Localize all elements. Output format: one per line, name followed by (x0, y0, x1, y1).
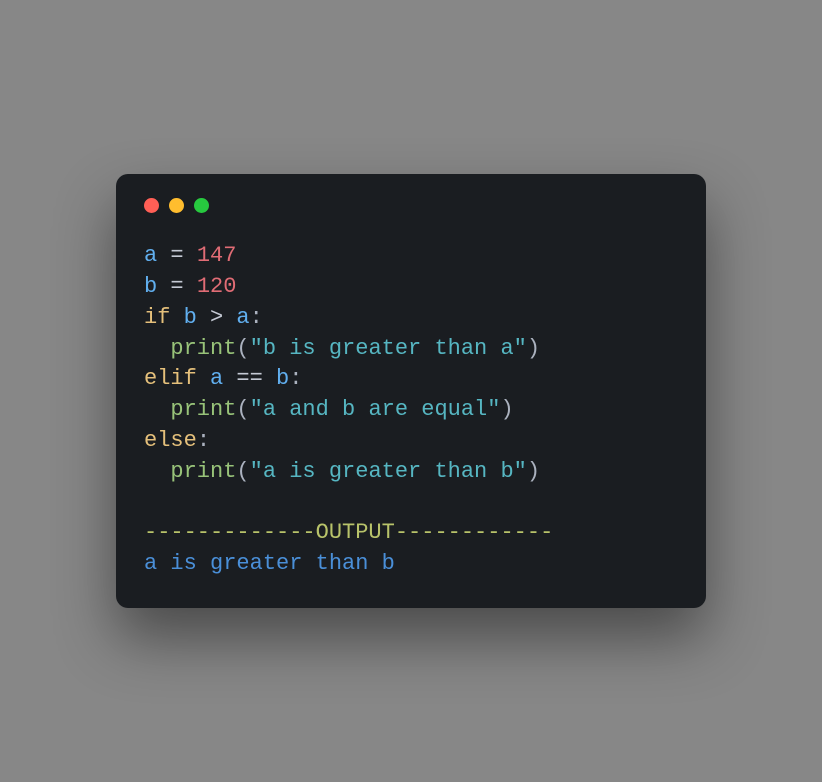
traffic-lights (144, 198, 678, 213)
code-token (170, 305, 183, 330)
output-text: a is greater than b (144, 551, 395, 576)
code-token: "a is greater than b" (250, 459, 527, 484)
close-icon[interactable] (144, 198, 159, 213)
code-token: ( (236, 336, 249, 361)
code-token: ) (500, 397, 513, 422)
code-token: else (144, 428, 197, 453)
code-token: print (170, 397, 236, 422)
code-token: : (289, 366, 302, 391)
code-token: elif (144, 366, 197, 391)
code-token: if (144, 305, 170, 330)
code-token: = (157, 243, 197, 268)
code-token (144, 397, 170, 422)
code-token: 120 (197, 274, 237, 299)
code-token (144, 336, 170, 361)
code-token: 147 (197, 243, 237, 268)
code-token: b (276, 366, 289, 391)
code-token (197, 366, 210, 391)
code-token: a (144, 243, 157, 268)
code-token: > (197, 305, 237, 330)
code-token: print (170, 459, 236, 484)
code-token: b (144, 274, 157, 299)
code-token: print (170, 336, 236, 361)
code-token: == (223, 366, 276, 391)
code-token: ) (527, 459, 540, 484)
code-token: ( (236, 397, 249, 422)
code-token: "b is greater than a" (250, 336, 527, 361)
code-token: a (236, 305, 249, 330)
code-token: a (210, 366, 223, 391)
output-separator: -------------OUTPUT------------ (144, 520, 553, 545)
minimize-icon[interactable] (169, 198, 184, 213)
code-token (144, 459, 170, 484)
code-token: ( (236, 459, 249, 484)
code-token: : (250, 305, 263, 330)
code-block: a = 147 b = 120 if b > a: print("b is gr… (144, 241, 678, 580)
code-window: a = 147 b = 120 if b > a: print("b is gr… (116, 174, 706, 608)
code-token: b (184, 305, 197, 330)
code-token: "a and b are equal" (250, 397, 501, 422)
code-token: = (157, 274, 197, 299)
code-token: ) (527, 336, 540, 361)
code-token: : (197, 428, 210, 453)
maximize-icon[interactable] (194, 198, 209, 213)
